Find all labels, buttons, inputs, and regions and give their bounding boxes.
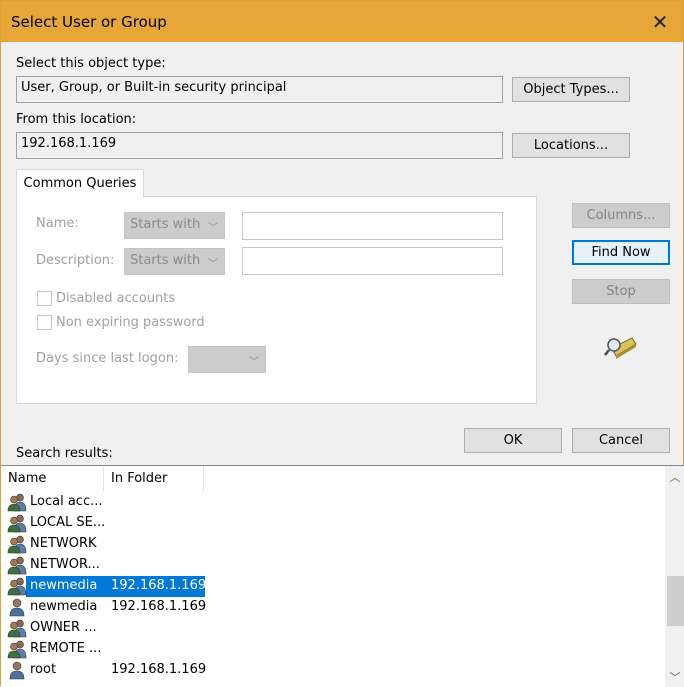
column-header-in-folder[interactable]: In Folder bbox=[104, 466, 204, 491]
user-icon bbox=[7, 598, 27, 617]
chevron-down-icon: ﹀ bbox=[208, 259, 218, 270]
days-combo[interactable]: ﹀ bbox=[188, 346, 266, 373]
name-input[interactable] bbox=[242, 212, 503, 240]
location-label: From this location: bbox=[16, 112, 137, 127]
description-combo[interactable]: Starts with ﹀ bbox=[124, 248, 225, 275]
columns-button[interactable]: Columns... bbox=[572, 203, 670, 228]
scroll-down-icon[interactable]: ﹀ bbox=[665, 668, 684, 686]
row-name: OWNER ... bbox=[30, 620, 97, 635]
disabled-accounts-label: Disabled accounts bbox=[56, 291, 176, 306]
group-icon bbox=[7, 556, 27, 575]
row-name: REMOTE ... bbox=[30, 641, 102, 656]
vertical-scrollbar[interactable]: ︿ ﹀ bbox=[665, 466, 684, 687]
table-row[interactable]: newmedia 192.168.1.169 bbox=[1, 576, 661, 597]
disabled-accounts-checkbox[interactable] bbox=[37, 291, 52, 306]
column-header-name[interactable]: Name bbox=[1, 466, 104, 491]
days-since-logon-label: Days since last logon: bbox=[36, 351, 179, 366]
select-user-dialog: Select User or Group ✕ Select this objec… bbox=[0, 0, 684, 687]
title-bar[interactable]: Select User or Group ✕ bbox=[1, 1, 683, 42]
user-icon bbox=[7, 661, 27, 680]
stop-button[interactable]: Stop bbox=[572, 279, 670, 304]
row-name: newmedia bbox=[30, 578, 98, 593]
group-icon bbox=[7, 577, 27, 596]
tab-common-queries[interactable]: Common Queries bbox=[16, 169, 144, 197]
window-title: Select User or Group bbox=[11, 13, 167, 31]
row-folder: 192.168.1.169 bbox=[111, 599, 207, 614]
locations-button[interactable]: Locations... bbox=[512, 133, 630, 158]
ok-button[interactable]: OK bbox=[464, 428, 562, 453]
description-input[interactable] bbox=[242, 247, 503, 275]
description-label: Description: bbox=[36, 253, 115, 268]
table-row[interactable]: root 192.168.1.169 bbox=[1, 660, 661, 681]
row-name: root bbox=[30, 662, 57, 677]
object-type-label: Select this object type: bbox=[16, 56, 166, 71]
non-expiring-label: Non expiring password bbox=[56, 315, 205, 330]
group-icon bbox=[7, 514, 27, 533]
table-row[interactable]: LOCAL SE... bbox=[1, 513, 661, 534]
row-folder: 192.168.1.169 bbox=[111, 662, 207, 677]
table-row[interactable]: NETWORK bbox=[1, 534, 661, 555]
row-name: Local acc... bbox=[30, 494, 103, 509]
description-combo-value: Starts with bbox=[130, 253, 201, 268]
scroll-up-icon[interactable]: ︿ bbox=[665, 468, 684, 486]
object-type-field: User, Group, or Built-in security princi… bbox=[16, 76, 503, 103]
object-types-button[interactable]: Object Types... bbox=[512, 77, 630, 102]
table-row[interactable]: newmedia 192.168.1.169 bbox=[1, 597, 661, 618]
row-folder: 192.168.1.169 bbox=[111, 578, 207, 593]
name-label: Name: bbox=[36, 216, 79, 231]
cancel-button[interactable]: Cancel bbox=[572, 428, 670, 453]
table-row[interactable]: NETWOR... bbox=[1, 555, 661, 576]
scrollbar-thumb[interactable] bbox=[667, 576, 684, 626]
table-row[interactable]: Local acc... bbox=[1, 492, 661, 513]
row-name: NETWOR... bbox=[30, 557, 100, 572]
chevron-down-icon: ﹀ bbox=[208, 223, 218, 234]
chevron-down-icon: ﹀ bbox=[249, 357, 259, 368]
name-combo-value: Starts with bbox=[130, 217, 201, 232]
location-field: 192.168.1.169 bbox=[16, 132, 503, 159]
row-name: newmedia bbox=[30, 599, 98, 614]
non-expiring-checkbox[interactable] bbox=[37, 315, 52, 330]
search-results-list[interactable]: Name In Folder Local acc... LOCAL SE... NE… bbox=[1, 465, 684, 687]
common-queries-panel: Name: Starts with ﹀ Description: Starts … bbox=[16, 196, 537, 404]
table-row[interactable]: OWNER ... bbox=[1, 618, 661, 639]
search-flashlight-icon bbox=[604, 337, 637, 359]
find-now-button[interactable]: Find Now bbox=[572, 240, 670, 265]
name-combo[interactable]: Starts with ﹀ bbox=[124, 212, 225, 239]
group-icon bbox=[7, 535, 27, 554]
group-icon bbox=[7, 619, 27, 638]
row-name: NETWORK bbox=[30, 536, 97, 551]
group-icon bbox=[7, 640, 27, 659]
group-icon bbox=[7, 493, 27, 512]
close-icon[interactable]: ✕ bbox=[637, 1, 683, 42]
row-name: LOCAL SE... bbox=[30, 515, 106, 530]
search-results-label: Search results: bbox=[16, 446, 113, 461]
table-row[interactable]: REMOTE ... bbox=[1, 639, 661, 660]
